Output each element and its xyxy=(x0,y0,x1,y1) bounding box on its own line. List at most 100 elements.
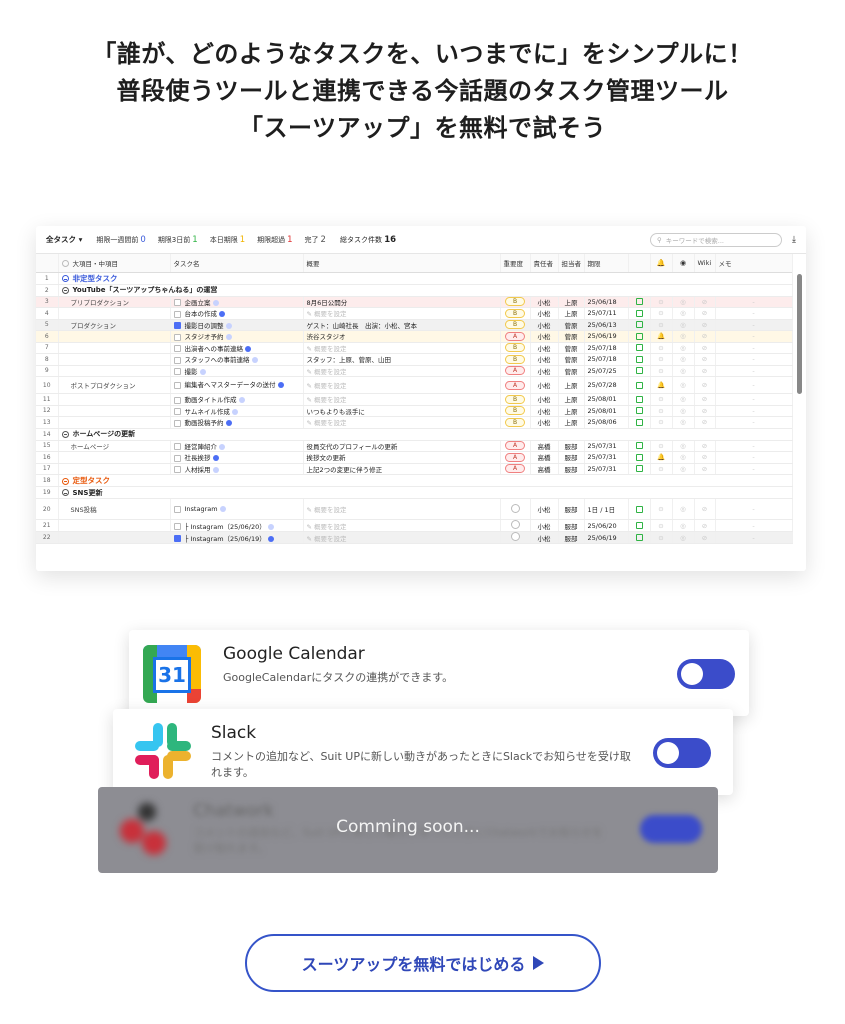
priority-cell[interactable]: A xyxy=(500,451,531,464)
calendar-icon[interactable] xyxy=(635,332,643,340)
eye-cell[interactable]: ◎ xyxy=(672,519,695,532)
summary-cell[interactable]: ✎ 概要を設定 xyxy=(303,393,501,406)
priority-cell[interactable] xyxy=(500,498,531,520)
summary-cell[interactable]: ✎ 概要を設定 xyxy=(303,531,501,544)
table-row[interactable]: 8 スタッフへの事前連絡 スタッフ：上原、菅原、山田 B 小松 菅原 25/07/18 ⊙ ◎ ⊘… xyxy=(36,353,793,366)
task-cell[interactable]: 撮影 xyxy=(170,365,304,377)
wiki-cell[interactable]: ⊘ xyxy=(694,393,716,406)
calendar-icon[interactable] xyxy=(635,367,643,375)
calendar-cell[interactable] xyxy=(628,440,651,452)
owner-cell[interactable]: 小松 xyxy=(530,307,559,320)
wiki-cell[interactable]: ⊘ xyxy=(694,376,716,394)
table-row[interactable]: 20 SNS投稿 Instagram ✎ 概要を設定 小松 服部 1日 / 1日 ⊙ ◎ ⊘ - xyxy=(36,498,793,520)
bell-cell[interactable]: ⊙ xyxy=(650,365,673,377)
calendar-cell[interactable] xyxy=(628,451,651,464)
calendar-cell[interactable] xyxy=(628,463,651,475)
memo-cell[interactable]: - xyxy=(715,296,793,308)
task-cell[interactable]: サムネイル作成 xyxy=(170,405,304,417)
task-cell[interactable]: スタッフへの事前連絡 xyxy=(170,353,304,366)
filter-item[interactable]: 期限超過 1 xyxy=(257,235,292,245)
filter-item[interactable]: 本日期限 1 xyxy=(210,235,245,245)
eye-cell[interactable]: ◎ xyxy=(672,405,695,417)
task-cell[interactable]: 社長挨拶 xyxy=(170,451,304,464)
assignee-cell[interactable]: 菅原 xyxy=(558,342,585,354)
owner-cell[interactable]: 小松 xyxy=(530,319,559,331)
priority-cell[interactable]: A xyxy=(500,330,531,343)
table-row[interactable]: 11 動画タイトル作成 ✎ 概要を設定 B 小松 上原 25/08/01 ⊙ ◎ ⊘ - xyxy=(36,393,793,406)
eye-cell[interactable]: ◎ xyxy=(672,498,695,520)
assignee-cell[interactable]: 菅原 xyxy=(558,330,585,343)
eye-cell[interactable]: ◎ xyxy=(672,307,695,320)
task-checkbox[interactable] xyxy=(173,523,181,530)
wiki-cell[interactable]: ⊘ xyxy=(694,531,716,544)
priority-cell[interactable]: B xyxy=(500,307,531,320)
table-row[interactable]: 16 社長挨拶 挨拶文の更新 A 高橋 服部 25/07/31 🔔 ◎ ⊘ - xyxy=(36,451,793,464)
due-cell[interactable]: 1日 / 1日 xyxy=(584,498,629,520)
table-row[interactable]: 15 ホームページ 経営陣紹介 役員交代のプロフィールの更新 A 高橋 服部 25/07/31… xyxy=(36,440,793,452)
calendar-cell[interactable] xyxy=(628,330,651,343)
task-checkbox[interactable] xyxy=(173,356,181,364)
summary-cell[interactable]: ✎ 概要を設定 xyxy=(303,416,501,429)
slack-toggle[interactable] xyxy=(653,738,711,768)
wiki-cell[interactable]: ⊘ xyxy=(694,405,716,417)
priority-cell[interactable] xyxy=(500,519,531,532)
task-cell[interactable]: ├ Instagram（25/06/20） xyxy=(170,519,304,532)
owner-cell[interactable]: 小松 xyxy=(530,296,559,308)
calendar-icon[interactable] xyxy=(635,381,643,389)
priority-cell[interactable]: A xyxy=(500,440,531,452)
task-checkbox[interactable] xyxy=(173,505,181,513)
task-checkbox[interactable] xyxy=(173,381,181,389)
calendar-cell[interactable] xyxy=(628,405,651,417)
due-cell[interactable]: 25/06/19 xyxy=(584,330,629,343)
assignee-cell[interactable]: 上原 xyxy=(558,393,585,406)
task-cell[interactable]: 出演者への事前連絡 xyxy=(170,342,304,354)
bell-cell[interactable]: ⊙ xyxy=(650,463,673,475)
task-checkbox[interactable] xyxy=(173,466,181,474)
start-free-button[interactable]: スーツアップを無料ではじめる xyxy=(245,934,601,992)
table-row[interactable]: 13 動画投稿予約 ✎ 概要を設定 B 小松 上原 25/08/06 ⊙ ◎ ⊘ - xyxy=(36,416,793,429)
eye-cell[interactable]: ◎ xyxy=(672,330,695,343)
memo-cell[interactable]: - xyxy=(715,342,793,354)
due-cell[interactable]: 25/07/28 xyxy=(584,376,629,394)
owner-cell[interactable]: 小松 xyxy=(530,330,559,343)
due-cell[interactable]: 25/06/19 xyxy=(584,531,629,544)
wiki-cell[interactable]: ⊘ xyxy=(694,416,716,429)
summary-cell[interactable]: 役員交代のプロフィールの更新 xyxy=(303,440,501,452)
bell-cell[interactable]: ⊙ xyxy=(650,531,673,544)
priority-cell[interactable]: B xyxy=(500,296,531,308)
memo-cell[interactable]: - xyxy=(715,393,793,406)
priority-cell[interactable]: A xyxy=(500,376,531,394)
wiki-cell[interactable]: ⊘ xyxy=(694,307,716,320)
assignee-cell[interactable]: 上原 xyxy=(558,296,585,308)
due-cell[interactable]: 25/08/01 xyxy=(584,393,629,406)
wiki-cell[interactable]: ⊘ xyxy=(694,353,716,366)
summary-cell[interactable]: いつもよりも派手に xyxy=(303,405,501,417)
bell-cell[interactable]: ⊙ xyxy=(650,519,673,532)
table-row[interactable]: 1 非定型タスク xyxy=(36,272,793,285)
due-cell[interactable]: 25/07/31 xyxy=(584,451,629,464)
calendar-icon[interactable] xyxy=(635,522,643,529)
task-cell[interactable]: 人材採用 xyxy=(170,463,304,475)
task-checkbox[interactable] xyxy=(173,396,181,404)
memo-cell[interactable]: - xyxy=(715,519,793,532)
owner-cell[interactable]: 小松 xyxy=(530,416,559,429)
wiki-cell[interactable]: ⊘ xyxy=(694,463,716,475)
due-cell[interactable]: 25/06/18 xyxy=(584,296,629,308)
assignee-cell[interactable]: 服部 xyxy=(558,519,585,532)
summary-cell[interactable]: 上記2つの変更に伴う修正 xyxy=(303,463,501,475)
memo-cell[interactable]: - xyxy=(715,416,793,429)
summary-cell[interactable]: ✎ 概要を設定 xyxy=(303,498,501,520)
priority-cell[interactable]: A xyxy=(500,365,531,377)
bell-cell[interactable]: ⊙ xyxy=(650,319,673,331)
task-checkbox[interactable] xyxy=(173,322,181,330)
table-row[interactable]: 5 プロダクション 撮影日の調整 ゲスト：山崎社長 出演：小松、宮本 B 小松 菅原 25/0… xyxy=(36,319,793,331)
priority-cell[interactable]: B xyxy=(500,319,531,331)
calendar-icon[interactable] xyxy=(635,442,643,450)
calendar-cell[interactable] xyxy=(628,296,651,308)
summary-cell[interactable]: ✎ 概要を設定 xyxy=(303,365,501,377)
eye-cell[interactable]: ◎ xyxy=(672,365,695,377)
task-cell[interactable]: スタジオ予約 xyxy=(170,330,304,343)
assignee-cell[interactable]: 服部 xyxy=(558,440,585,452)
task-checkbox[interactable] xyxy=(173,535,181,542)
task-cell[interactable]: Instagram xyxy=(170,498,304,520)
